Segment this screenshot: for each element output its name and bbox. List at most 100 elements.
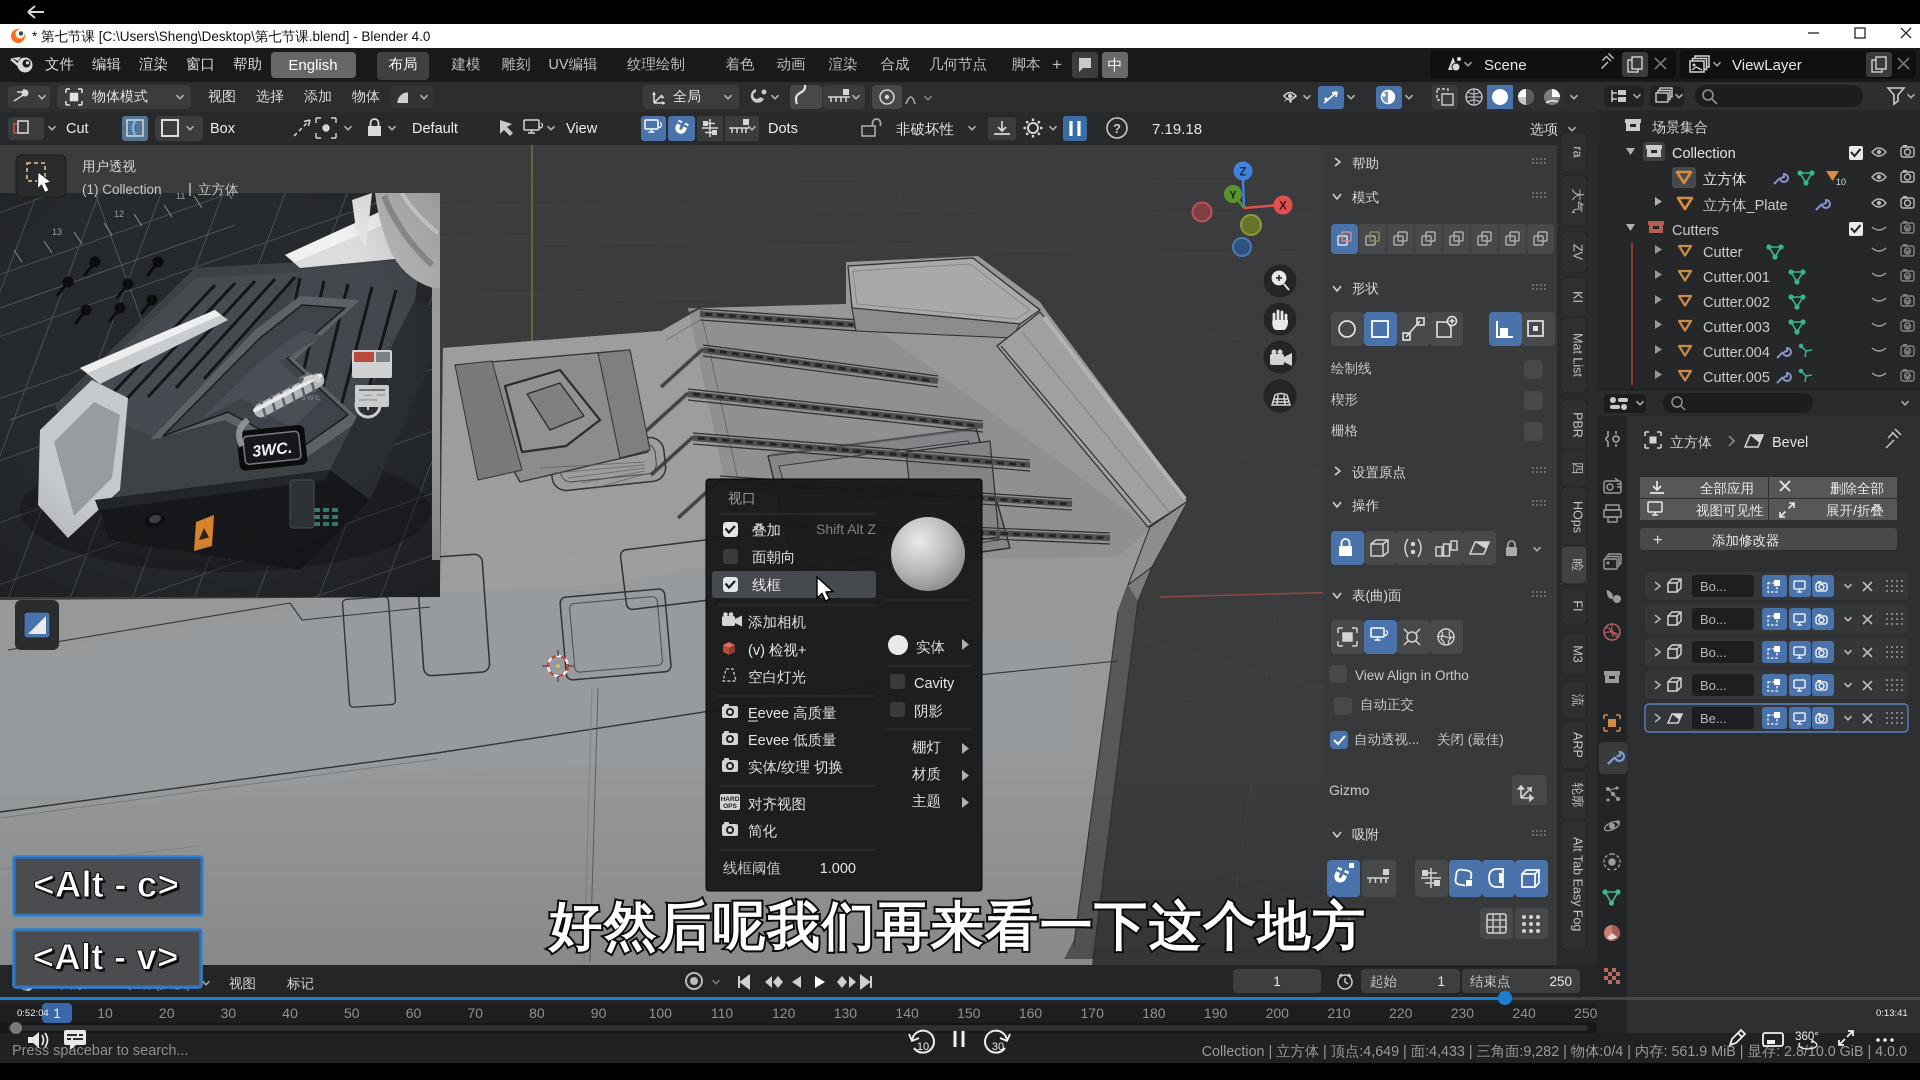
svg-text:100: 100 — [649, 1005, 673, 1021]
svg-text:Z: Z — [1239, 167, 1246, 179]
svg-text:210: 210 — [1327, 1005, 1351, 1021]
svg-text:Cutter.004: Cutter.004 — [1703, 345, 1770, 361]
svg-text:Cutter.001: Cutter.001 — [1703, 270, 1770, 286]
svg-text:220: 220 — [1389, 1005, 1413, 1021]
svg-text:Mat List: Mat List — [1571, 333, 1585, 377]
svg-text:Y: Y — [1229, 190, 1237, 202]
svg-text:1: 1 — [1273, 974, 1281, 989]
svg-text:+: + — [1052, 55, 1062, 74]
svg-text:70: 70 — [467, 1005, 483, 1021]
svg-text:Default: Default — [412, 121, 458, 137]
svg-text:250: 250 — [1574, 1005, 1598, 1021]
svg-text:HOps: HOps — [1571, 501, 1585, 533]
svg-text:Alt Tab Easy Fog: Alt Tab Easy Fog — [1571, 837, 1585, 931]
svg-text::9,282 |: :9,282 | — [1519, 1044, 1566, 1060]
svg-text:(1) Collection: (1) Collection — [82, 182, 162, 197]
svg-text:X: X — [1279, 201, 1287, 213]
svg-text:20: 20 — [159, 1005, 175, 1021]
svg-text:Dots: Dots — [768, 121, 798, 137]
svg-text:: 561.9 MiB |: : 561.9 MiB | — [1664, 1044, 1744, 1060]
svg-text:*: * — [32, 29, 38, 44]
svg-text:ra: ra — [1571, 146, 1585, 157]
svg-text:ARP: ARP — [1571, 732, 1585, 758]
svg-text:English: English — [288, 57, 337, 74]
svg-text:190: 190 — [1204, 1005, 1228, 1021]
svg-text:Scene: Scene — [1484, 57, 1527, 74]
svg-text:10: 10 — [97, 1005, 113, 1021]
svg-text:Cutter: Cutter — [1703, 245, 1743, 261]
svg-text:Cutter.003: Cutter.003 — [1703, 320, 1770, 336]
svg-text:40: 40 — [282, 1005, 298, 1021]
svg-text:?: ? — [1113, 121, 1121, 136]
svg-text:<Alt - c>: <Alt - c> — [33, 864, 179, 905]
svg-text:+: + — [798, 643, 806, 659]
svg-text:Collection: Collection — [1672, 146, 1736, 162]
svg-text:80: 80 — [529, 1005, 545, 1021]
svg-text:110: 110 — [711, 1005, 734, 1021]
svg-text::4,649 |: :4,649 | — [1359, 1044, 1406, 1060]
svg-text:Bo...: Bo... — [1700, 612, 1727, 627]
svg-text:30: 30 — [992, 1041, 1004, 1053]
svg-text:180: 180 — [1142, 1005, 1166, 1021]
svg-text:KI: KI — [1571, 291, 1585, 303]
svg-text:[C:\Users\Sheng\Desktop\: [C:\Users\Sheng\Desktop\ — [99, 29, 255, 44]
svg-text:Collection |: Collection | — [1202, 1044, 1272, 1060]
svg-text:View: View — [566, 121, 598, 137]
svg-text:Cutter.005: Cutter.005 — [1703, 370, 1770, 386]
svg-text:1: 1 — [53, 1006, 61, 1021]
svg-text:Bevel: Bevel — [1772, 435, 1808, 451]
svg-text:M3: M3 — [1571, 645, 1585, 662]
svg-text:240: 240 — [1512, 1005, 1536, 1021]
svg-text:/: / — [1853, 503, 1857, 518]
svg-text:30: 30 — [221, 1005, 237, 1021]
svg-text:HARD: HARD — [721, 796, 740, 803]
svg-text:Bo...: Bo... — [1700, 645, 1727, 660]
svg-text:10: 10 — [917, 1041, 929, 1053]
svg-text:|: | — [1323, 1044, 1327, 1060]
svg-text:): ) — [1499, 732, 1504, 747]
svg-text:<Alt - v>: <Alt - v> — [33, 937, 179, 978]
svg-text:Shift Alt Z: Shift Alt Z — [816, 521, 876, 537]
svg-text:160: 160 — [1019, 1005, 1043, 1021]
svg-text:140: 140 — [895, 1005, 919, 1021]
svg-text:60: 60 — [406, 1005, 422, 1021]
svg-text:130: 130 — [834, 1005, 858, 1021]
svg-text:+: + — [1653, 532, 1662, 549]
svg-text:(v): (v) — [748, 643, 765, 659]
svg-text:_Plate: _Plate — [1746, 198, 1788, 214]
svg-text:: 2.8/10.0 GiB | 4.0.0: : 2.8/10.0 GiB | 4.0.0 — [1776, 1044, 1907, 1060]
svg-text:ViewLayer: ViewLayer — [1732, 57, 1802, 74]
svg-text::4,433 |: :4,433 | — [1425, 1044, 1472, 1060]
svg-text:View Align in Ortho: View Align in Ortho — [1355, 668, 1469, 683]
svg-text:200: 200 — [1266, 1005, 1290, 1021]
svg-text:): ) — [1384, 588, 1389, 603]
svg-text:.blend] - Blender 4.0: .blend] - Blender 4.0 — [309, 29, 431, 44]
svg-text:Box: Box — [210, 121, 236, 137]
svg-text:10: 10 — [1836, 177, 1846, 187]
svg-text:(: ( — [1468, 732, 1473, 747]
svg-text:Bo...: Bo... — [1700, 579, 1727, 594]
svg-text:Cutter.002: Cutter.002 — [1703, 295, 1770, 311]
svg-text:1.000: 1.000 — [820, 861, 856, 877]
svg-text:150: 150 — [957, 1005, 981, 1021]
svg-text:OPS: OPS — [723, 803, 737, 810]
svg-text:FI: FI — [1571, 600, 1585, 611]
svg-text:Eevee: Eevee — [748, 733, 789, 749]
svg-text:7.19.18: 7.19.18 — [1152, 121, 1202, 138]
svg-text::0/4 |: :0/4 | — [1599, 1044, 1631, 1060]
svg-text:Cavity: Cavity — [914, 676, 955, 692]
svg-text:(: ( — [1366, 588, 1371, 603]
svg-text:170: 170 — [1081, 1005, 1105, 1021]
svg-text:Bo...: Bo... — [1700, 678, 1727, 693]
svg-text:90: 90 — [591, 1005, 607, 1021]
svg-text:PBR: PBR — [1571, 412, 1585, 438]
svg-text:230: 230 — [1451, 1005, 1475, 1021]
svg-text:250: 250 — [1549, 974, 1572, 989]
svg-text:50: 50 — [344, 1005, 360, 1021]
svg-text:Gizmo: Gizmo — [1329, 782, 1370, 798]
svg-text:Be...: Be... — [1700, 711, 1727, 726]
svg-text:UV: UV — [548, 57, 568, 73]
svg-text:360°: 360° — [1795, 1031, 1819, 1043]
svg-text:ZV: ZV — [1571, 244, 1585, 261]
svg-text:Cut: Cut — [66, 121, 89, 137]
